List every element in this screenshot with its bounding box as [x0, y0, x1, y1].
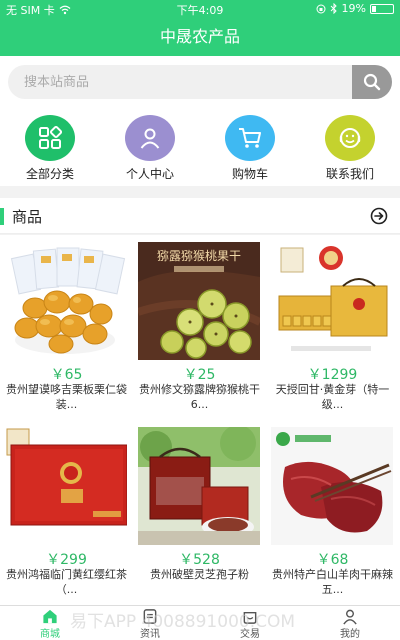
- product-card[interactable]: ￥1299 天授回甘·黄金芽（特一级...: [266, 235, 399, 420]
- product-name: 天授回甘·黄金芽（特一级...: [275, 383, 390, 411]
- product-image-kiwi-dried: 猕露猕猴桃果干: [138, 242, 260, 360]
- section-title: 商品: [12, 208, 43, 226]
- product-image-tea-gift-box: [271, 242, 393, 360]
- product-name: 贵州特产白山羊肉干麻辣五...: [272, 568, 393, 596]
- quick-item-contact[interactable]: 联系我们: [300, 108, 400, 186]
- battery-icon: [370, 3, 394, 14]
- product-price: ￥25: [183, 367, 216, 383]
- tab-label: 资讯: [140, 629, 160, 640]
- tab-label: 交易: [240, 629, 260, 640]
- product-image-goat-jerky: [271, 427, 393, 545]
- product-card[interactable]: ￥528 贵州破壁灵芝孢子粉: [133, 420, 266, 605]
- battery-percent: 19%: [341, 2, 366, 15]
- tab-news[interactable]: 资讯: [100, 606, 200, 640]
- product-card[interactable]: ￥68 贵州特产白山羊肉干麻辣五...: [266, 420, 399, 605]
- tab-profile[interactable]: 我的: [300, 606, 400, 640]
- user-icon: [125, 115, 175, 161]
- quick-item-label: 个人中心: [125, 167, 174, 181]
- smiley-icon: [325, 115, 375, 161]
- news-icon: [143, 609, 157, 624]
- category-grid-icon: [25, 115, 75, 161]
- product-card[interactable]: ￥65 贵州望谟哆吉栗板栗仁袋装...: [0, 235, 133, 420]
- product-image-red-tea-box: [5, 427, 127, 545]
- product-price: ￥68: [316, 552, 349, 568]
- product-card[interactable]: 猕露猕猴桃果干 ￥25 贵州修文猕露牌猕猴桃干6...: [133, 235, 266, 420]
- product-price: ￥528: [179, 552, 220, 568]
- product-price: ￥1299: [307, 367, 358, 383]
- quick-item-all-categories[interactable]: 全部分类: [0, 108, 100, 186]
- product-image-ganoderma-powder: [138, 427, 260, 545]
- arrow-right-circle-icon: [370, 207, 388, 225]
- section-more-button[interactable]: [370, 207, 388, 229]
- product-name: 贵州修文猕露牌猕猴桃干6...: [139, 383, 260, 411]
- search-input[interactable]: [8, 65, 352, 99]
- search-bar: [0, 56, 400, 108]
- orientation-lock-icon: [316, 4, 326, 13]
- product-name: 贵州破壁灵芝孢子粉: [150, 568, 249, 581]
- trade-icon: [243, 612, 257, 624]
- search-button[interactable]: [352, 65, 392, 99]
- search-icon: [363, 73, 381, 91]
- quick-item-label: 全部分类: [25, 167, 74, 181]
- profile-icon: [343, 609, 357, 625]
- search-box: [8, 65, 392, 99]
- product-name: 贵州望谟哆吉栗板栗仁袋装...: [6, 383, 127, 411]
- kiwi-banner-text: 猕露猕猴桃果干: [157, 248, 241, 263]
- tab-label: 我的: [340, 629, 360, 640]
- product-price: ￥299: [46, 552, 87, 568]
- quick-item-cart[interactable]: 购物车: [200, 108, 300, 186]
- quick-item-profile[interactable]: 个人中心: [100, 108, 200, 186]
- cart-icon: [225, 115, 275, 161]
- products-section-header: 商品: [0, 198, 400, 234]
- quick-menu: 全部分类 个人中心 购物车 联系我们: [0, 108, 400, 186]
- quick-item-label: 联系我们: [325, 167, 374, 181]
- product-card[interactable]: ￥299 贵州鸿福临门黄红缨红茶（...: [0, 420, 133, 605]
- page-title: 中晟农产品: [0, 18, 400, 56]
- tab-shop[interactable]: 商城: [0, 606, 100, 640]
- bluetooth-icon: [330, 3, 337, 14]
- product-image-chestnuts: [5, 242, 127, 360]
- shop-icon: [43, 609, 57, 624]
- product-name: 贵州鸿福临门黄红缨红茶（...: [6, 568, 127, 596]
- bottom-tab-bar: 商城 资讯 交易 我的: [0, 605, 400, 640]
- quick-item-label: 购物车: [231, 167, 268, 181]
- product-grid: ￥65 贵州望谟哆吉栗板栗仁袋装... 猕露猕猴桃果干 ￥25 贵州修文猕露牌猕…: [0, 235, 400, 605]
- tab-label: 商城: [40, 629, 60, 640]
- product-price: ￥65: [50, 367, 83, 383]
- status-bar: 无 SIM 卡 下午4:09 19%: [0, 0, 400, 18]
- section-accent-bar: [0, 208, 4, 225]
- tab-trade[interactable]: 交易: [200, 606, 300, 640]
